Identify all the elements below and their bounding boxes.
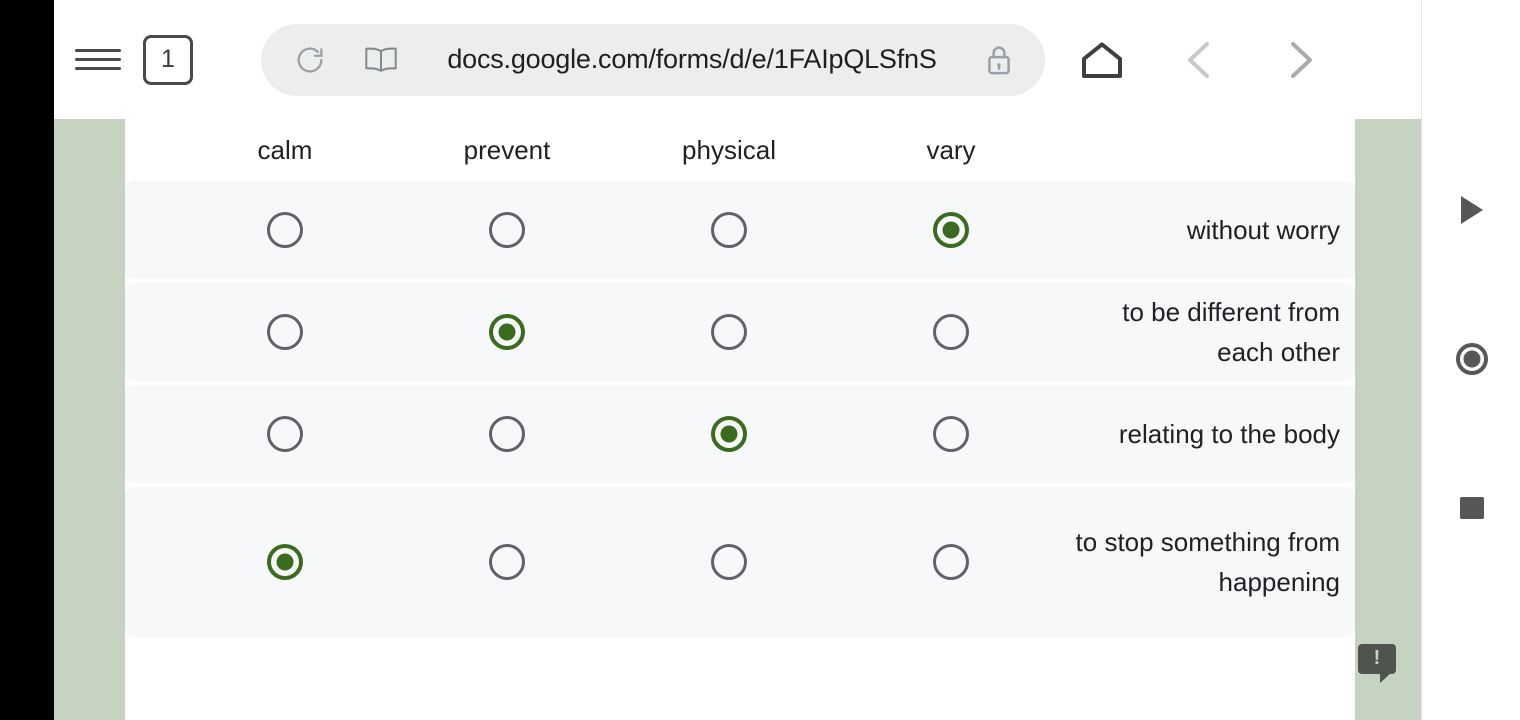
grid-cell[interactable] <box>396 416 618 452</box>
grid-cell[interactable] <box>396 544 618 580</box>
tab-counter-button[interactable]: 1 <box>143 34 193 85</box>
grid-column-headers: calm prevent physical vary <box>125 119 1355 181</box>
radio-calm[interactable] <box>267 416 303 452</box>
radio-prevent[interactable] <box>489 544 525 580</box>
column-header-calm: calm <box>257 134 313 165</box>
record-icon[interactable] <box>1448 335 1496 383</box>
grid-cell[interactable] <box>174 314 396 350</box>
device-control-strip <box>1423 0 1520 720</box>
grid-cell[interactable] <box>174 416 396 452</box>
exclamation-glyph: ! <box>1373 647 1381 669</box>
radio-vary[interactable] <box>933 416 969 452</box>
radio-physical[interactable] <box>711 544 747 580</box>
browser-toolbar: 1 docs.google.com/forms/d/e/1FAIpQLSfnS <box>54 0 1421 119</box>
row-label: to stop something from happening <box>1075 527 1340 597</box>
form-content-area: calm prevent physical vary without worry <box>125 119 1355 720</box>
hamburger-menu-icon[interactable] <box>67 29 129 91</box>
table-row: without worry <box>125 181 1355 279</box>
home-icon[interactable] <box>1071 29 1133 91</box>
radio-prevent[interactable] <box>489 212 525 248</box>
table-row: to stop something from happening <box>125 487 1355 637</box>
grid-cell[interactable] <box>618 314 840 350</box>
book-reader-icon[interactable] <box>355 37 407 83</box>
address-bar[interactable]: docs.google.com/forms/d/e/1FAIpQLSfnS <box>261 23 1045 96</box>
chevron-left-icon[interactable] <box>1169 29 1231 91</box>
grid-cell[interactable] <box>174 212 396 248</box>
grid-cell[interactable] <box>618 416 840 452</box>
radio-calm[interactable] <box>267 544 303 580</box>
radio-physical[interactable] <box>711 314 747 350</box>
radio-prevent[interactable] <box>489 314 525 350</box>
device-left-bezel <box>0 0 54 720</box>
warning-tooltip-badge[interactable]: ! <box>1358 644 1396 683</box>
grid-cell[interactable] <box>840 416 1062 452</box>
column-header-physical: physical <box>682 134 776 165</box>
browser-window: 1 docs.google.com/forms/d/e/1FAIpQLSfnS … <box>54 0 1422 720</box>
page-side-band-right <box>1355 119 1421 720</box>
grid-cell[interactable] <box>618 212 840 248</box>
row-label: without worry <box>1186 215 1340 245</box>
column-header-prevent: prevent <box>463 134 551 165</box>
row-label: to be different from each other <box>1122 297 1340 367</box>
radio-physical[interactable] <box>711 416 747 452</box>
radio-vary[interactable] <box>933 544 969 580</box>
screen: 1 docs.google.com/forms/d/e/1FAIpQLSfnS … <box>0 0 1520 720</box>
grid-cell[interactable] <box>840 544 1062 580</box>
table-row: relating to the body <box>125 385 1355 483</box>
grid-cell[interactable] <box>174 544 396 580</box>
reload-icon[interactable] <box>287 37 333 83</box>
multiple-choice-grid: calm prevent physical vary without worry <box>125 119 1355 641</box>
row-label: relating to the body <box>1118 419 1340 449</box>
radio-physical[interactable] <box>711 212 747 248</box>
page-viewport: calm prevent physical vary without worry <box>54 119 1421 720</box>
grid-cell[interactable] <box>396 212 618 248</box>
stop-icon[interactable] <box>1448 484 1496 532</box>
lock-icon[interactable] <box>977 38 1021 82</box>
grid-cell[interactable] <box>618 544 840 580</box>
radio-vary[interactable] <box>933 212 969 248</box>
grid-cell[interactable] <box>840 314 1062 350</box>
radio-vary[interactable] <box>933 314 969 350</box>
tab-count-label: 1 <box>161 45 175 73</box>
radio-calm[interactable] <box>267 314 303 350</box>
column-header-vary: vary <box>926 134 976 165</box>
grid-cell[interactable] <box>396 314 618 350</box>
page-side-band-left <box>54 119 125 720</box>
chevron-right-icon[interactable] <box>1269 29 1331 91</box>
url-text[interactable]: docs.google.com/forms/d/e/1FAIpQLSfnS <box>407 44 977 75</box>
radio-prevent[interactable] <box>489 416 525 452</box>
table-row: to be different from each other <box>125 283 1355 381</box>
grid-cell[interactable] <box>840 212 1062 248</box>
play-icon[interactable] <box>1448 186 1496 234</box>
radio-calm[interactable] <box>267 212 303 248</box>
